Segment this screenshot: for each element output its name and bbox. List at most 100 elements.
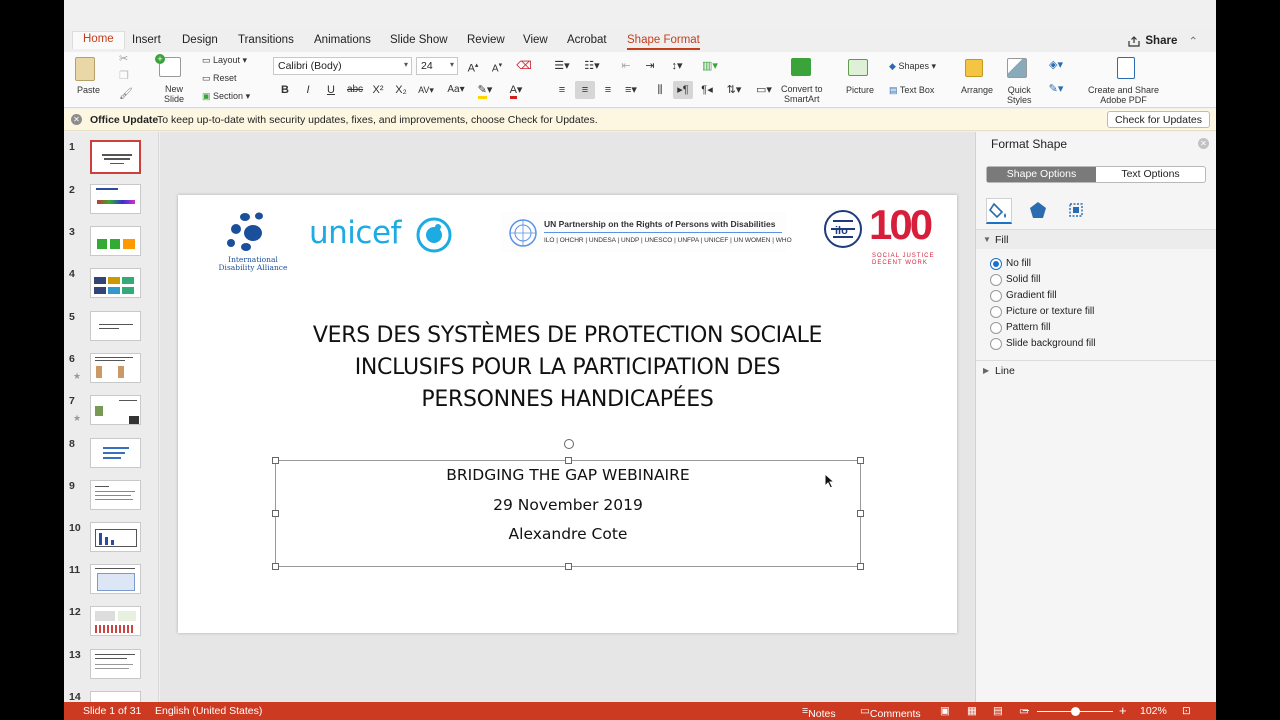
normal-view-icon[interactable]: ▣: [940, 705, 950, 717]
resize-handle[interactable]: [272, 563, 279, 570]
slide-thumbnail-10[interactable]: [90, 522, 141, 552]
subscript-button[interactable]: X₂: [391, 81, 411, 99]
slide-thumbnails-pane[interactable]: 1 2 3 4 5 6 ★ 7 ★ 8 9 10 11 12 13 14: [64, 132, 159, 702]
slide-thumbnail-12[interactable]: [90, 606, 141, 636]
align-center-button[interactable]: ≡: [575, 81, 595, 99]
line-section-header[interactable]: ▶ Line: [976, 360, 1216, 380]
shapes-button[interactable]: ◆ Shapes ▾: [889, 61, 936, 71]
check-for-updates-button[interactable]: Check for Updates: [1107, 111, 1210, 128]
resize-handle[interactable]: [857, 563, 864, 570]
slide-thumbnail-2[interactable]: [90, 184, 141, 214]
no-fill-radio[interactable]: [990, 258, 1002, 270]
text-box-button[interactable]: ▤ Text Box: [889, 85, 934, 95]
arrange-icon[interactable]: [965, 59, 983, 77]
resize-handle[interactable]: [857, 510, 864, 517]
slide-thumbnail-14[interactable]: [90, 691, 141, 702]
text-options-tab[interactable]: Text Options: [1096, 167, 1205, 182]
tab-design[interactable]: Design: [182, 34, 218, 46]
zoom-slider-thumb[interactable]: [1071, 707, 1080, 716]
tab-review[interactable]: Review: [467, 34, 505, 46]
tab-shape-format[interactable]: Shape Format: [627, 34, 700, 50]
slide-thumbnail-8[interactable]: [90, 438, 141, 468]
close-pane-icon[interactable]: ✕: [1198, 138, 1209, 149]
text-direction-button[interactable]: ⇅▾: [724, 81, 744, 99]
justify-button[interactable]: ≡▾: [621, 81, 641, 99]
fill-section-header[interactable]: ▼ Fill: [976, 229, 1216, 249]
slide-thumbnail-9[interactable]: [90, 480, 141, 510]
paste-icon[interactable]: [75, 57, 95, 81]
align-left-button[interactable]: ≡: [552, 81, 572, 99]
size-properties-tab[interactable]: [1064, 198, 1090, 224]
clear-formatting-icon[interactable]: ⌫: [514, 57, 534, 75]
resize-handle[interactable]: [565, 457, 572, 464]
tab-animations[interactable]: Animations: [314, 34, 371, 46]
section-button[interactable]: ▣ Section ▾: [202, 91, 250, 101]
shape-outline-icon[interactable]: ✎▾: [1046, 80, 1066, 98]
tab-acrobat[interactable]: Acrobat: [567, 34, 607, 46]
distributed-button[interactable]: ⫼: [650, 81, 670, 99]
slide-title[interactable]: VERS DES SYSTÈMES DE PROTECTION SOCIALE …: [238, 320, 897, 416]
decrease-font-size-button[interactable]: A▾: [487, 57, 507, 75]
slide-thumbnail-1[interactable]: [90, 140, 141, 174]
rtl-button[interactable]: ¶◂: [697, 81, 717, 99]
resize-handle[interactable]: [857, 457, 864, 464]
font-name-select[interactable]: Calibri (Body) ▾: [273, 57, 412, 75]
shape-fill-icon[interactable]: ◈▾: [1046, 56, 1066, 74]
copy-icon[interactable]: ❐: [119, 71, 129, 82]
picture-texture-fill-radio[interactable]: [990, 306, 1002, 318]
fill-line-tab[interactable]: [986, 198, 1012, 224]
shape-options-tab[interactable]: Shape Options: [987, 167, 1096, 182]
underline-button[interactable]: U: [321, 81, 341, 99]
tab-view[interactable]: View: [523, 34, 548, 46]
decrease-indent-button[interactable]: ⇤: [616, 57, 636, 75]
effects-tab[interactable]: [1026, 198, 1052, 224]
format-painter-icon[interactable]: 🖌: [119, 89, 133, 100]
increase-indent-button[interactable]: ⇥: [640, 57, 660, 75]
slide-thumbnail-13[interactable]: [90, 649, 141, 679]
align-text-button[interactable]: ▭▾: [754, 81, 774, 99]
adobe-pdf-icon[interactable]: [1117, 57, 1135, 79]
quick-styles-icon[interactable]: [1007, 58, 1027, 78]
tab-slide-show[interactable]: Slide Show: [390, 34, 448, 46]
new-slide-icon[interactable]: +: [155, 54, 181, 77]
font-color-button[interactable]: A▾: [506, 81, 526, 99]
italic-button[interactable]: I: [298, 81, 318, 99]
reset-button[interactable]: ▭ Reset: [202, 73, 237, 83]
line-spacing-button[interactable]: ↕▾: [667, 57, 687, 75]
slide-thumbnail-6[interactable]: [90, 353, 141, 383]
zoom-out-button[interactable]: −: [1022, 703, 1030, 718]
dismiss-update-icon[interactable]: ✕: [71, 114, 82, 125]
comments-button[interactable]: ▭ Comments: [860, 705, 921, 720]
language-indicator[interactable]: English (United States): [155, 705, 262, 717]
columns-button[interactable]: ▥▾: [700, 57, 720, 75]
gradient-fill-radio[interactable]: [990, 290, 1002, 302]
resize-handle[interactable]: [272, 510, 279, 517]
fit-to-window-icon[interactable]: ⊡: [1182, 705, 1191, 717]
tab-home[interactable]: Home: [72, 31, 125, 49]
picture-icon[interactable]: [848, 59, 868, 76]
notes-button[interactable]: ≡ Notes: [802, 705, 836, 720]
slide-thumbnail-7[interactable]: [90, 395, 141, 425]
highlight-color-button[interactable]: ✎▾: [475, 81, 495, 99]
slide-thumbnail-4[interactable]: [90, 268, 141, 298]
bold-button[interactable]: B: [275, 81, 295, 99]
strikethrough-button[interactable]: abc: [345, 81, 365, 99]
zoom-level[interactable]: 102%: [1140, 705, 1167, 717]
cut-icon[interactable]: ✂: [119, 54, 128, 65]
rotate-handle-icon[interactable]: [564, 439, 574, 449]
slide-editing-canvas[interactable]: International Disability Alliance unicef …: [160, 132, 975, 702]
share-button[interactable]: Share ⌃: [1128, 34, 1198, 48]
resize-handle[interactable]: [565, 563, 572, 570]
subtitle-textbox[interactable]: BRIDGING THE GAP WEBINAIRE 29 November 2…: [272, 457, 864, 570]
superscript-button[interactable]: X²: [368, 81, 388, 99]
tab-insert[interactable]: Insert: [132, 34, 161, 46]
reading-view-icon[interactable]: ▤: [993, 705, 1003, 717]
collapse-ribbon-icon[interactable]: ⌃: [1188, 34, 1198, 48]
solid-fill-radio[interactable]: [990, 274, 1002, 286]
zoom-in-button[interactable]: +: [1119, 703, 1127, 718]
slide-background-fill-radio[interactable]: [990, 338, 1002, 350]
slide-thumbnail-5[interactable]: [90, 311, 141, 341]
ltr-button[interactable]: ▸¶: [673, 81, 693, 99]
slide[interactable]: International Disability Alliance unicef …: [178, 195, 957, 633]
increase-font-size-button[interactable]: A▴: [463, 57, 483, 75]
